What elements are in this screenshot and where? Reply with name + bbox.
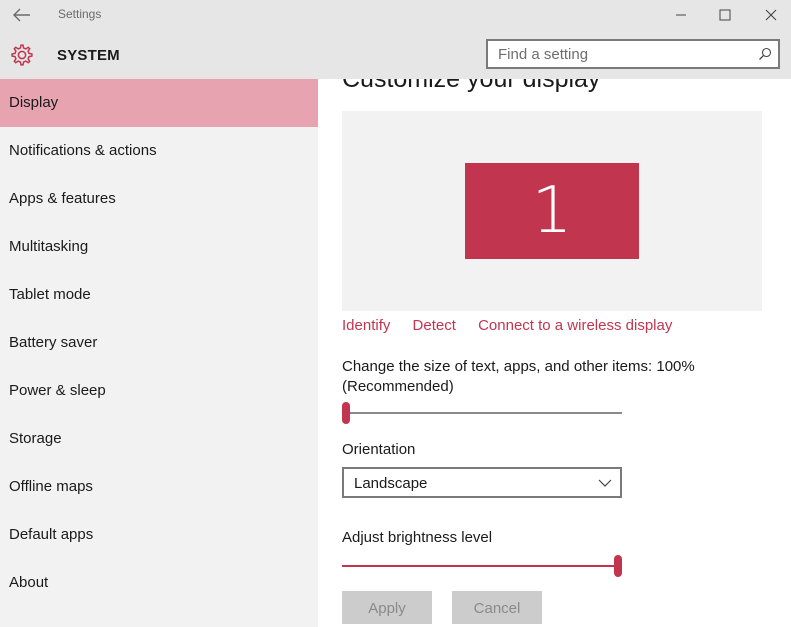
sidebar-item-label: Default apps xyxy=(9,526,94,543)
sidebar-item-offline-maps[interactable]: Offline maps xyxy=(0,463,318,511)
scale-slider-thumb[interactable] xyxy=(342,402,350,424)
orientation-label: Orientation xyxy=(342,441,416,458)
back-arrow-icon[interactable] xyxy=(10,6,32,24)
sidebar-item-label: Offline maps xyxy=(9,478,93,495)
app-title: Settings xyxy=(58,7,102,21)
sidebar-item-label: Tablet mode xyxy=(9,286,91,303)
sidebar-item-multitasking[interactable]: Multitasking xyxy=(0,223,318,271)
display-links: Identify Detect Connect to a wireless di… xyxy=(342,317,690,334)
orientation-value: Landscape xyxy=(354,475,428,492)
sidebar-item-label: Display xyxy=(9,94,59,111)
settings-header: SYSTEM xyxy=(0,30,791,79)
sidebar-item-label: Power & sleep xyxy=(9,382,106,399)
scale-label: Change the size of text, apps, and other… xyxy=(342,358,695,395)
maximize-icon[interactable] xyxy=(710,5,740,25)
cancel-button[interactable]: Cancel xyxy=(452,591,542,624)
brightness-slider-thumb[interactable] xyxy=(614,555,622,577)
chevron-down-icon xyxy=(598,479,612,487)
sidebar-item-label: Apps & features xyxy=(9,190,116,207)
gear-icon xyxy=(11,44,33,66)
identify-link[interactable]: Identify xyxy=(342,317,390,334)
title-bar: Settings xyxy=(0,0,791,30)
sidebar-item-storage[interactable]: Storage xyxy=(0,415,318,463)
sidebar-item-apps-features[interactable]: Apps & features xyxy=(0,175,318,223)
display-preview: 1 xyxy=(342,111,762,311)
sidebar-item-notifications-actions[interactable]: Notifications & actions xyxy=(0,127,318,175)
connect-wireless-link[interactable]: Connect to a wireless display xyxy=(478,317,672,334)
sidebar-nav: Display Notifications & actions Apps & f… xyxy=(0,79,318,627)
sidebar-item-label: Multitasking xyxy=(9,238,89,255)
detect-link[interactable]: Detect xyxy=(413,317,456,334)
orientation-dropdown[interactable]: Landscape xyxy=(342,467,622,498)
monitor-tile[interactable]: 1 xyxy=(465,163,639,259)
sidebar-item-battery-saver[interactable]: Battery saver xyxy=(0,319,318,367)
close-icon[interactable] xyxy=(756,5,786,25)
sidebar-item-default-apps[interactable]: Default apps xyxy=(0,511,318,559)
sidebar-item-label: Battery saver xyxy=(9,334,98,351)
scale-slider-track[interactable] xyxy=(342,412,622,414)
minimize-icon[interactable] xyxy=(666,5,696,25)
sidebar-item-tablet-mode[interactable]: Tablet mode xyxy=(0,271,318,319)
search-icon[interactable] xyxy=(758,47,772,61)
sidebar-item-about[interactable]: About xyxy=(0,559,318,607)
brightness-label: Adjust brightness level xyxy=(342,529,493,546)
apply-button[interactable]: Apply xyxy=(342,591,432,624)
search-input[interactable] xyxy=(488,41,758,67)
sidebar-item-display[interactable]: Display xyxy=(0,79,318,127)
page-title: Customize your display xyxy=(342,79,601,93)
brightness-slider-fill xyxy=(342,565,614,567)
sidebar-item-label: About xyxy=(9,574,49,591)
sidebar-item-label: Storage xyxy=(9,430,62,447)
sidebar-item-label: Notifications & actions xyxy=(9,142,157,159)
sidebar-item-power-sleep[interactable]: Power & sleep xyxy=(0,367,318,415)
search-box[interactable] xyxy=(486,39,780,69)
section-title: SYSTEM xyxy=(57,47,120,64)
main-content: Customize your display 1 Identify Detect… xyxy=(318,79,791,627)
